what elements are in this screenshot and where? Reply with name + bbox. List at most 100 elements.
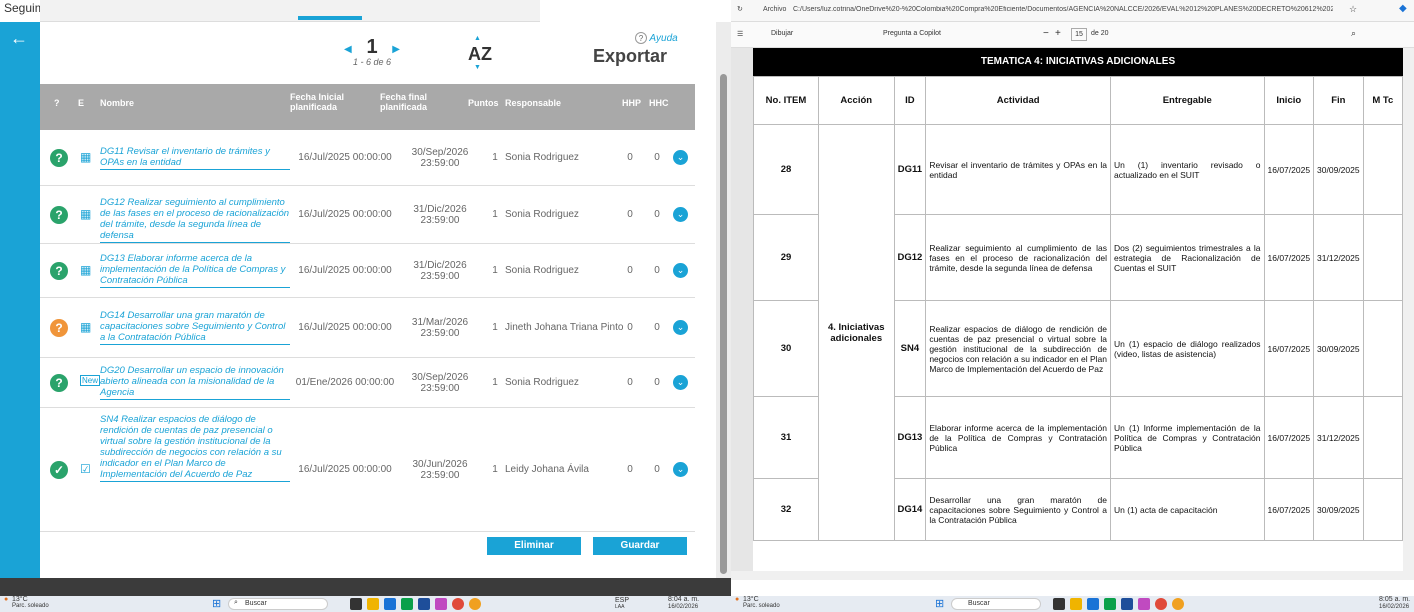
save-button[interactable]: Guardar	[593, 537, 687, 555]
taskview-icon-right[interactable]	[1053, 598, 1065, 610]
windows-icon-right[interactable]: ⊞	[935, 597, 944, 610]
sort-up-icon: ▲	[474, 35, 481, 42]
chrome-icon[interactable]	[469, 598, 481, 610]
sort-button[interactable]: ▲ AZ ▼	[468, 35, 492, 71]
activity-name-link[interactable]: DG13 Elaborar informe acerca de la imple…	[100, 253, 290, 288]
end-date: 31/Dic/2026 23:59:00	[413, 204, 467, 226]
files-icon[interactable]	[367, 598, 379, 610]
points: 1	[492, 265, 498, 276]
app-icon-1[interactable]	[384, 598, 396, 610]
expand-chevron-icon[interactable]: ⌄	[673, 462, 688, 477]
page-input[interactable]: 15	[1071, 28, 1087, 41]
taskbar-left: ● 13°C Parc. soleado ⊞ ⌕ Buscar ESP LAA 8…	[0, 596, 731, 612]
expand-chevron-icon[interactable]: ⌄	[673, 150, 688, 165]
back-arrow-icon[interactable]: ←	[10, 28, 28, 49]
help-link[interactable]: ? Ayuda	[635, 32, 678, 44]
scroll-thumb[interactable]	[720, 74, 727, 574]
prev-page-icon[interactable]: ◀	[344, 44, 352, 55]
weather-temp: 13°C	[12, 596, 28, 603]
taskview-icon[interactable]	[350, 598, 362, 610]
activity-name-link[interactable]: DG11 Revisar el inventario de trámites y…	[100, 146, 290, 170]
pager: ◀ 1 ▶ 1 - 6 de 6	[342, 36, 402, 67]
col-end[interactable]: Fecha final planificada	[380, 92, 450, 112]
col-name[interactable]: Nombre	[100, 98, 134, 108]
copilot-question[interactable]: Pregunta a Copilot	[883, 30, 941, 37]
app-icon-right-3[interactable]	[1121, 598, 1133, 610]
col-start[interactable]: Fecha Inicial planificada	[290, 92, 370, 112]
draw-tool[interactable]: Dibujar	[771, 30, 793, 37]
copilot-icon[interactable]: ◆	[1399, 3, 1407, 14]
app-icon-4[interactable]	[435, 598, 447, 610]
expand-chevron-icon[interactable]: ⌄	[673, 207, 688, 222]
type-icon: ☑	[80, 462, 91, 476]
zoom-in-icon[interactable]: +	[1055, 28, 1061, 39]
search-label-right: Buscar	[968, 600, 990, 607]
expand-chevron-icon[interactable]: ⌄	[673, 320, 688, 335]
doc-extra	[1362, 124, 1404, 215]
app-icon-right-1[interactable]	[1087, 598, 1099, 610]
table-row[interactable]: ? ▦ DG11 Revisar el inventario de trámites…	[40, 130, 695, 186]
lang[interactable]: ESP	[615, 597, 629, 604]
pdf-vscroll[interactable]	[1403, 48, 1414, 580]
app-icon-3[interactable]	[418, 598, 430, 610]
table-row[interactable]: ? ▦ DG13 Elaborar informe acerca de la imp…	[40, 244, 695, 298]
points: 1	[492, 322, 498, 333]
hhp-value: 0	[627, 377, 633, 388]
delete-button[interactable]: Eliminar	[487, 537, 581, 555]
export-button[interactable]: Exportar	[593, 46, 667, 67]
app-icon-5[interactable]	[452, 598, 464, 610]
app-icon-right-5[interactable]	[1155, 598, 1167, 610]
taskbar-search[interactable]: ⌕ Buscar	[228, 598, 328, 610]
tab-bar	[40, 0, 540, 22]
doc-body: 28 4. Iniciativas adicionales DG11 Revisar …	[753, 124, 1404, 541]
expand-chevron-icon[interactable]: ⌄	[673, 375, 688, 390]
back-bar[interactable]: ←	[0, 22, 40, 578]
table-row[interactable]: ? ▦ DG12 Realizar seguimiento al cumplimie…	[40, 186, 695, 244]
screen: Seguimiento plan ← ◀ 1 ▶ 1 - 6 de 6 ▲ AZ…	[0, 0, 1414, 612]
pdf-page: TEMATICA 4: INICIATIVAS ADICIONALES No. …	[753, 48, 1404, 580]
expand-chevron-icon[interactable]: ⌄	[673, 263, 688, 278]
pdf-hscroll[interactable]	[731, 571, 1414, 580]
chrome-icon-right[interactable]	[1172, 598, 1184, 610]
reload-icon[interactable]: ↻	[737, 5, 743, 13]
doc-extra	[1362, 300, 1404, 397]
star-icon[interactable]: ☆	[1349, 4, 1357, 15]
taskbar-search-right[interactable]: Buscar	[951, 598, 1041, 610]
app-icon-2[interactable]	[401, 598, 413, 610]
search-doc-icon[interactable]: ⌕	[1351, 28, 1356, 39]
type-icon: New	[80, 375, 101, 386]
activity-name-link[interactable]: DG20 Desarrollar un espacio de innovació…	[100, 365, 290, 400]
table-row[interactable]: ? ▦ DG14 Desarrollar una gran maratón de c…	[40, 298, 695, 358]
sort-label: AZ	[468, 44, 492, 64]
weather-desc: Parc. soleado	[12, 603, 49, 609]
url-text[interactable]: C:/Users/luz.cotrina/OneDrive%20-%20Colo…	[793, 6, 1333, 13]
files-icon-right[interactable]	[1070, 598, 1082, 610]
activity-panel: ◀ 1 ▶ 1 - 6 de 6 ▲ AZ ▼ Exportar ? Ayuda…	[40, 22, 716, 578]
doc-activity: Revisar el inventario de trámites y OPAs…	[925, 124, 1111, 215]
archive-label: Archivo	[763, 6, 787, 13]
table-row[interactable]: ? New DG20 Desarrollar un espacio de innov…	[40, 358, 695, 408]
next-page-icon[interactable]: ▶	[392, 44, 400, 55]
scrollbar[interactable]	[716, 22, 731, 578]
page-range: 1 - 6 de 6	[352, 57, 392, 67]
doc-col-header: Entregable	[1109, 76, 1265, 125]
activity-name-link[interactable]: DG14 Desarrollar una gran maratón de cap…	[100, 310, 290, 345]
activity-name-link[interactable]: SN4 Realizar espacios de diálogo de rend…	[100, 414, 290, 482]
activity-name-link[interactable]: DG12 Realizar seguimiento al cumplimient…	[100, 197, 290, 243]
windows-icon[interactable]: ⊞	[212, 597, 221, 610]
doc-col-header: Inicio	[1263, 76, 1315, 125]
app-icon-right-4[interactable]	[1138, 598, 1150, 610]
menu-icon[interactable]: ☰	[737, 30, 743, 38]
doc-end: 31/12/2025	[1313, 396, 1364, 479]
doc-item: 32	[753, 478, 819, 541]
doc-item: 30	[753, 300, 819, 397]
owner: Jineth Johana Triana Pinto	[505, 322, 624, 333]
app-icon-right-2[interactable]	[1104, 598, 1116, 610]
taskbar-right: ● 13°C Parc. soleado ⊞ Buscar 8:05 a. m.…	[731, 596, 1414, 612]
doc-end: 31/12/2025	[1313, 214, 1364, 301]
search-label: Buscar	[245, 600, 267, 607]
doc-extra	[1362, 478, 1404, 541]
zoom-out-icon[interactable]: −	[1043, 28, 1049, 39]
table-row[interactable]: ✓ ☑ SN4 Realizar espacios de diálogo de re…	[40, 408, 695, 532]
doc-col-header: Fin	[1313, 76, 1364, 125]
